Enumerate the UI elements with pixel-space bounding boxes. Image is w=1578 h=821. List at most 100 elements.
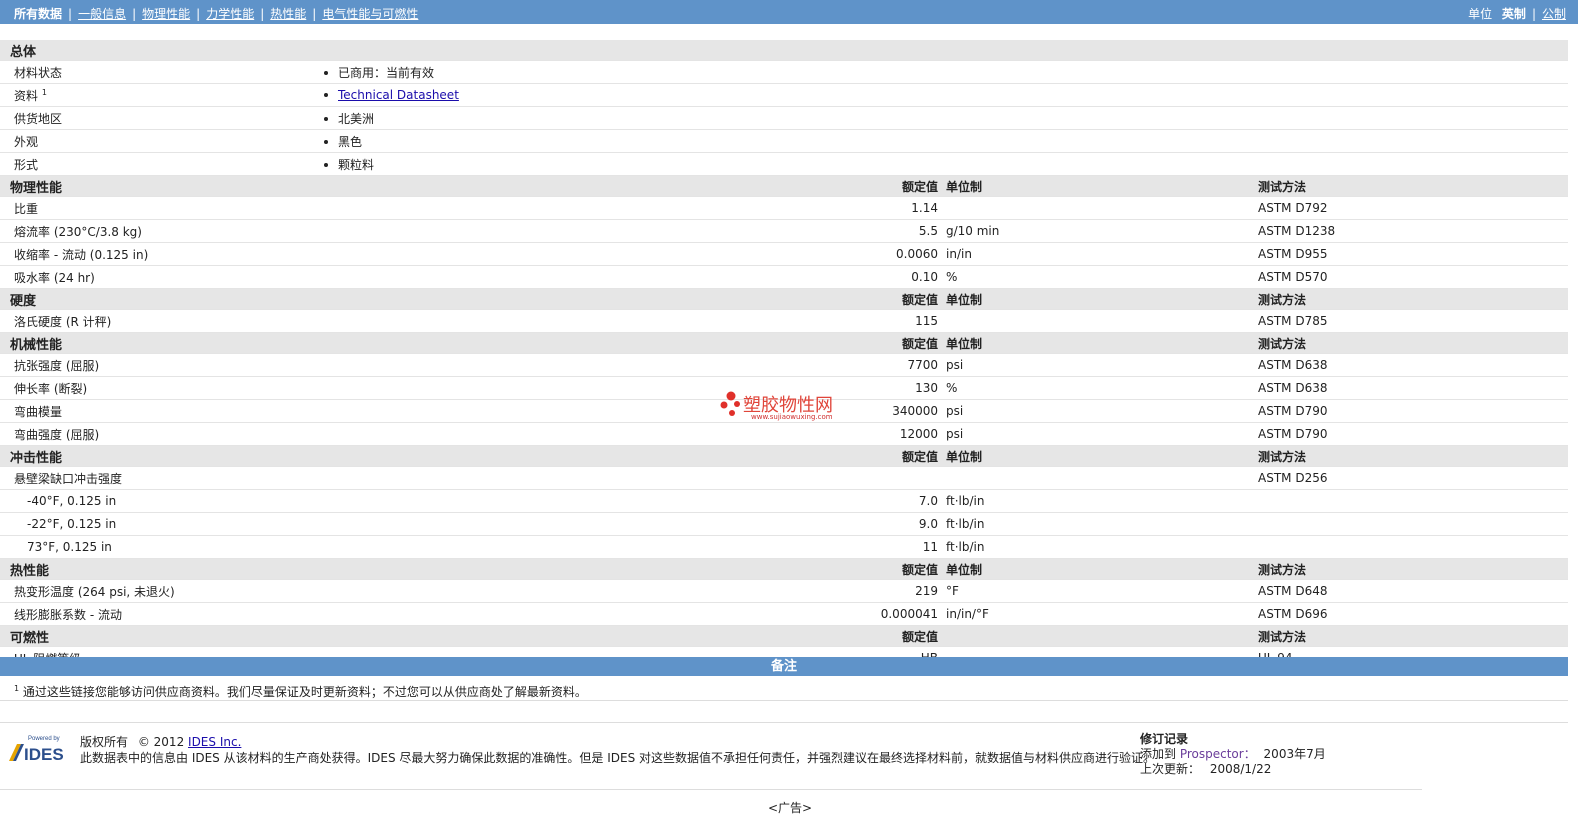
section-title: 机械性能 <box>0 332 322 354</box>
header-unit: 单位制 <box>944 175 1258 197</box>
row-method: ASTM D790 <box>1258 422 1569 446</box>
row-value: 7.0 <box>322 489 944 513</box>
section-mechanical: 机械性能 额定值 单位制 测试方法 <box>0 332 1569 354</box>
section-impact: 冲击性能 额定值 单位制 测试方法 <box>0 445 1569 467</box>
footnote: 1 通过这些链接您能够访问供应商资料。我们尽量保证及时更新资料；不过您可以从供应… <box>14 683 587 700</box>
section-physical: 物理性能 额定值 单位制 测试方法 <box>0 175 1569 197</box>
row-name: 形式 <box>0 152 322 176</box>
revision-title: 修订记录 <box>1140 732 1189 746</box>
nav-thermal[interactable]: 热性能 <box>270 7 306 21</box>
added-date: 2003年7月 <box>1263 747 1326 761</box>
notes-header: 备注 <box>0 657 1568 676</box>
row-name: 熔流率 (230°C/3.8 kg) <box>0 219 322 243</box>
row-value: 1.14 <box>322 196 944 220</box>
nav-units: 单位 英制 | 公制 <box>1468 7 1566 21</box>
section-general: 总体 <box>0 40 1569 61</box>
row-unit: psi <box>944 353 1258 377</box>
header-method: 测试方法 <box>1258 625 1569 647</box>
nav-all-data[interactable]: 所有数据 <box>14 7 62 21</box>
row-value: 已商用：当前有效 <box>338 65 435 80</box>
row-method: ASTM D638 <box>1258 376 1569 400</box>
row-name: 弯曲模量 <box>0 399 322 423</box>
table-row: 比重 1.14 ASTM D792 <box>0 196 1569 220</box>
row-value: 0.0060 <box>322 242 944 266</box>
copyright-year: © 2012 <box>137 735 185 749</box>
top-nav: 所有数据 | 一般信息 | 物理性能 | 力学性能 | 热性能 | 电气性能与可燃性 单位 英制 | 公… <box>0 0 1578 24</box>
row-name: 抗张强度 (屈服) <box>0 353 322 377</box>
row-unit: ft·lb/in <box>944 512 1258 536</box>
header-unit: 单位制 <box>944 288 1258 310</box>
table-row: 洛氏硬度 (R 计秤) 115 ASTM D785 <box>0 309 1569 333</box>
row-method: ASTM D785 <box>1258 309 1569 333</box>
row-value: 9.0 <box>322 512 944 536</box>
row-unit: % <box>944 265 1258 289</box>
dots-icon <box>720 391 740 416</box>
added-label: 添加到 <box>1140 747 1177 761</box>
ad-placeholder: <广告> <box>768 801 813 815</box>
row-name: 73°F, 0.125 in <box>0 535 322 559</box>
copyright-block: 版权所有 © 2012 IDES Inc. 此数据表中的信息由 IDES 从该材… <box>80 734 1155 766</box>
row-name: 悬壁梁缺口冲击强度 <box>0 466 322 490</box>
header-nominal: 额定值 <box>322 332 944 354</box>
revision-block: 修订记录 添加到 Prospector： 2003年7月 上次更新： 2008/… <box>1140 732 1326 777</box>
header-nominal: 额定值 <box>322 175 944 197</box>
header-method: 测试方法 <box>1258 175 1569 197</box>
row-name: 资料 <box>14 88 39 103</box>
row-name: 弯曲强度 (屈服) <box>0 422 322 446</box>
row-unit: % <box>944 376 1258 400</box>
nav-mechanical[interactable]: 力学性能 <box>206 7 254 21</box>
section-title: 总体 <box>0 40 1569 61</box>
row-name: -40°F, 0.125 in <box>0 489 322 513</box>
section-hardness: 硬度 额定值 单位制 测试方法 <box>0 288 1569 310</box>
divider <box>0 789 1422 790</box>
row-unit: in/in <box>944 242 1258 266</box>
table-row: 形式 颗粒料 <box>0 152 1569 176</box>
unit-imperial[interactable]: 英制 <box>1502 7 1526 21</box>
watermark-logo: 塑胶物性网 www.sujiaowuxing.com <box>720 390 860 426</box>
row-name: 洛氏硬度 (R 计秤) <box>0 309 322 333</box>
added-target: Prospector： <box>1179 747 1256 761</box>
row-name: 材料状态 <box>0 60 322 84</box>
row-value: 5.5 <box>322 219 944 243</box>
ides-link[interactable]: IDES Inc. <box>188 735 241 749</box>
divider <box>0 722 1568 723</box>
nav-electrical-flammability[interactable]: 电气性能与可燃性 <box>322 7 418 21</box>
updated-label: 上次更新： <box>1140 762 1201 776</box>
row-unit: ft·lb/in <box>944 489 1258 513</box>
row-method: ASTM D648 <box>1258 579 1569 603</box>
technical-datasheet-link[interactable]: Technical Datasheet <box>338 88 459 102</box>
row-method: ASTM D570 <box>1258 265 1569 289</box>
footnote-ref: 1 <box>41 87 47 97</box>
divider <box>0 700 1568 701</box>
table-row: 供货地区 北美洲 <box>0 106 1569 130</box>
row-method: ASTM D792 <box>1258 196 1569 220</box>
row-name: 吸水率 (24 hr) <box>0 265 322 289</box>
updated-date: 2008/1/22 <box>1209 762 1272 776</box>
row-value: 北美洲 <box>338 111 375 126</box>
row-method: ASTM D1238 <box>1258 219 1569 243</box>
row-name: 供货地区 <box>0 106 322 130</box>
header-nominal: 额定值 <box>322 625 944 647</box>
row-unit: psi <box>944 422 1258 446</box>
row-method: ASTM D696 <box>1258 602 1569 626</box>
unit-metric[interactable]: 公制 <box>1542 7 1566 21</box>
table-row: 悬壁梁缺口冲击强度 ASTM D256 <box>0 466 1569 490</box>
row-value: 黑色 <box>338 134 363 149</box>
row-method: ASTM D790 <box>1258 399 1569 423</box>
row-unit: psi <box>944 399 1258 423</box>
row-unit: °F <box>944 579 1258 603</box>
section-flammability: 可燃性 额定值 测试方法 <box>0 625 1569 647</box>
nav-general-info[interactable]: 一般信息 <box>78 7 126 21</box>
row-method: ASTM D638 <box>1258 353 1569 377</box>
table-row: -22°F, 0.125 in 9.0 ft·lb/in <box>0 512 1569 536</box>
nav-physical[interactable]: 物理性能 <box>142 7 190 21</box>
row-name: 伸长率 (断裂) <box>0 376 322 400</box>
row-unit <box>944 309 1258 333</box>
row-name: 线形膨胀系数 - 流动 <box>0 602 322 626</box>
bullet-icon <box>324 162 328 167</box>
table-row: -40°F, 0.125 in 7.0 ft·lb/in <box>0 489 1569 513</box>
bullet-icon <box>324 116 328 121</box>
section-title: 硬度 <box>0 288 322 310</box>
section-thermal: 热性能 额定值 单位制 测试方法 <box>0 558 1569 580</box>
bullet-icon <box>324 70 328 75</box>
